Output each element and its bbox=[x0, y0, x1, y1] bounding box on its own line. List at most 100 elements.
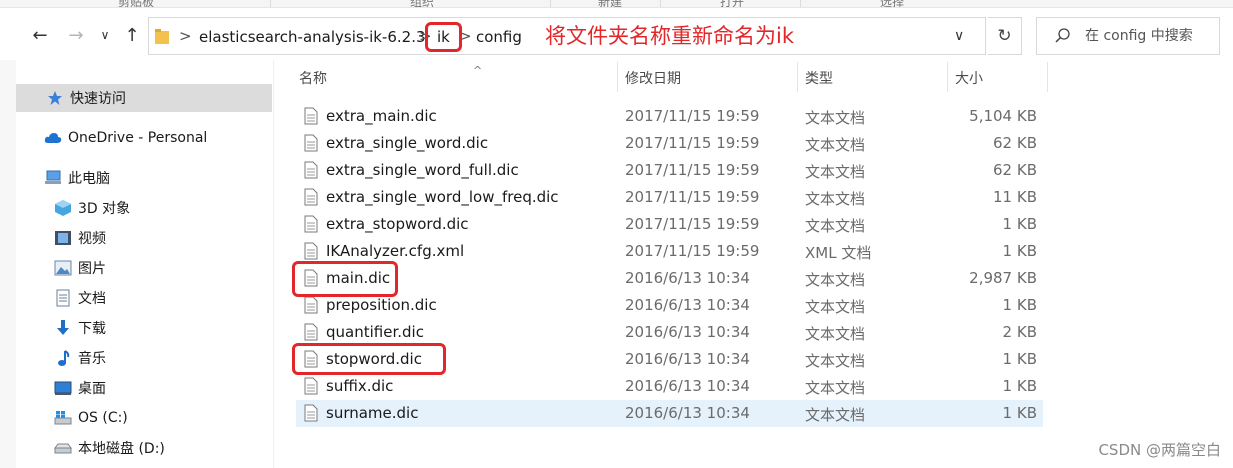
file-modified-date: 2016/6/13 10:34 bbox=[625, 377, 750, 395]
search-box[interactable] bbox=[1036, 17, 1220, 55]
file-row[interactable]: main.dic 2016/6/13 10:34 文本文档 2,987 KB bbox=[296, 265, 1043, 292]
refresh-icon: ↻ bbox=[997, 26, 1012, 46]
back-button[interactable]: ← bbox=[28, 22, 52, 48]
column-header-type[interactable]: 类型 bbox=[805, 68, 833, 90]
sidebar-item-label: 下载 bbox=[78, 321, 106, 337]
search-input[interactable] bbox=[1085, 26, 1217, 46]
file-list: 名称 ^ 修改日期 类型 大小 extra_main.dic 2017/11/15… bbox=[275, 60, 1233, 468]
file-row[interactable]: extra_main.dic 2017/11/15 19:59 文本文档 5,104 … bbox=[296, 103, 1043, 130]
file-row[interactable]: extra_single_word_low_freq.dic 2017/11/15… bbox=[296, 184, 1043, 211]
file-modified-date: 2017/11/15 19:59 bbox=[625, 188, 760, 206]
file-size: 1 KB bbox=[1002, 215, 1037, 233]
breadcrumb-segment-config[interactable]: config bbox=[476, 28, 522, 46]
file-row[interactable]: preposition.dic 2016/6/13 10:34 文本文档 1 KB bbox=[296, 292, 1043, 319]
file-row[interactable]: suffix.dic 2016/6/13 10:34 文本文档 1 KB bbox=[296, 373, 1043, 400]
sidebar-item-label: 快速访问 bbox=[70, 91, 126, 107]
sidebar-item-os-c[interactable]: OS (C:) bbox=[54, 404, 128, 432]
sidebar-item-label: 本地磁盘 (D:) bbox=[78, 441, 165, 457]
column-header-size[interactable]: 大小 bbox=[955, 68, 983, 90]
up-button[interactable]: ↑ bbox=[120, 22, 144, 48]
sidebar-item-this-pc[interactable]: 此电脑 bbox=[44, 164, 110, 192]
file-type: 文本文档 bbox=[805, 379, 866, 397]
picture-icon bbox=[54, 259, 72, 277]
desktop-icon bbox=[54, 379, 72, 397]
sidebar-item-desktop[interactable]: 桌面 bbox=[54, 374, 106, 402]
file-modified-date: 2016/6/13 10:34 bbox=[625, 296, 750, 314]
drive-icon bbox=[54, 439, 72, 457]
file-name: extra_single_word_low_freq.dic bbox=[326, 188, 559, 206]
address-bar[interactable]: > elasticsearch-analysis-ik-6.2.3 > ik >… bbox=[148, 17, 986, 55]
file-name: extra_single_word_full.dic bbox=[326, 161, 519, 179]
text-file-icon bbox=[304, 296, 318, 314]
sidebar-item-quick-access[interactable]: 快速访问 bbox=[16, 84, 272, 112]
navigation-bar: ← → ∨ ↑ > elasticsearch-analysis-ik-6.2.… bbox=[0, 8, 1233, 60]
text-file-icon bbox=[304, 323, 318, 341]
sidebar-item-label: 视频 bbox=[78, 231, 106, 247]
file-modified-date: 2017/11/15 19:59 bbox=[625, 215, 760, 233]
sidebar-item-documents[interactable]: 文档 bbox=[54, 284, 106, 312]
file-type: 文本文档 bbox=[805, 136, 866, 154]
sidebar-item-label: 音乐 bbox=[78, 351, 106, 367]
recent-locations-button[interactable]: ∨ bbox=[96, 22, 114, 48]
column-header-name[interactable]: 名称 ^ bbox=[299, 64, 615, 90]
sidebar-item-local-disk-d[interactable]: 本地磁盘 (D:) bbox=[54, 434, 165, 462]
file-size: 1 KB bbox=[1002, 350, 1037, 368]
sidebar-item-label: 图片 bbox=[78, 261, 106, 277]
file-type: 文本文档 bbox=[805, 163, 866, 181]
text-file-icon bbox=[304, 188, 318, 206]
cube-icon bbox=[54, 199, 72, 217]
up-arrow-icon: ↑ bbox=[124, 24, 140, 46]
file-row[interactable]: quantifier.dic 2016/6/13 10:34 文本文档 2 KB bbox=[296, 319, 1043, 346]
file-row[interactable]: extra_single_word.dic 2017/11/15 19:59 文本文… bbox=[296, 130, 1043, 157]
breadcrumb-segment-parent[interactable]: elasticsearch-analysis-ik-6.2.3 bbox=[199, 28, 426, 46]
sidebar-item-label: 此电脑 bbox=[68, 171, 110, 187]
forward-button[interactable]: → bbox=[64, 22, 88, 48]
folder-icon bbox=[155, 29, 169, 44]
sidebar-scrollbar[interactable] bbox=[0, 60, 16, 468]
file-name: extra_stopword.dic bbox=[326, 215, 469, 233]
column-divider[interactable] bbox=[1047, 62, 1048, 92]
column-divider[interactable] bbox=[947, 62, 948, 92]
sidebar-item-downloads[interactable]: 下载 bbox=[54, 314, 106, 342]
sidebar-item-pictures[interactable]: 图片 bbox=[54, 254, 106, 282]
file-name: IKAnalyzer.cfg.xml bbox=[326, 242, 465, 260]
sidebar-item-onedrive[interactable]: OneDrive - Personal bbox=[44, 124, 207, 152]
forward-arrow-icon: → bbox=[68, 24, 84, 46]
navigation-pane: 快速访问 OneDrive - Personal 此电脑 3D 对象 视频 图片 bbox=[0, 60, 274, 468]
sidebar-item-label: OneDrive - Personal bbox=[68, 130, 208, 146]
document-icon bbox=[54, 289, 72, 307]
text-file-icon bbox=[304, 215, 318, 233]
file-row[interactable]: extra_single_word_full.dic 2017/11/15 19:… bbox=[296, 157, 1043, 184]
column-header-modified[interactable]: 修改日期 bbox=[625, 68, 681, 90]
text-file-icon bbox=[304, 377, 318, 395]
column-divider[interactable] bbox=[617, 62, 618, 92]
address-dropdown-icon[interactable]: ∨ bbox=[954, 28, 964, 44]
file-row[interactable]: surname.dic 2016/6/13 10:34 文本文档 1 KB bbox=[296, 400, 1043, 427]
ribbon-label-clipboard: 剪贴板 bbox=[118, 0, 155, 8]
watermark: CSDN @两篇空白 bbox=[1098, 441, 1221, 459]
sidebar-item-label: OS (C:) bbox=[78, 410, 128, 426]
refresh-button[interactable]: ↻ bbox=[988, 17, 1022, 55]
file-modified-date: 2016/6/13 10:34 bbox=[625, 350, 750, 368]
sort-ascending-icon: ^ bbox=[473, 64, 483, 77]
file-row[interactable]: extra_stopword.dic 2017/11/15 19:59 文本文档 1 … bbox=[296, 211, 1043, 238]
column-divider[interactable] bbox=[797, 62, 798, 92]
file-size: 5,104 KB bbox=[969, 107, 1037, 125]
sidebar-item-3d-objects[interactable]: 3D 对象 bbox=[54, 194, 130, 222]
file-name: surname.dic bbox=[326, 404, 419, 422]
file-type: 文本文档 bbox=[805, 298, 866, 316]
sidebar-item-label: 桌面 bbox=[78, 381, 106, 397]
sidebar-item-music[interactable]: 音乐 bbox=[54, 344, 106, 372]
sidebar-item-videos[interactable]: 视频 bbox=[54, 224, 106, 252]
file-modified-date: 2017/11/15 19:59 bbox=[625, 107, 760, 125]
music-icon bbox=[54, 349, 72, 367]
chevron-down-icon: ∨ bbox=[100, 28, 110, 42]
file-type: 文本文档 bbox=[805, 109, 866, 127]
file-size: 1 KB bbox=[1002, 296, 1037, 314]
star-icon bbox=[46, 89, 64, 107]
annotation-highlight-main-dic bbox=[292, 261, 398, 297]
file-row[interactable]: IKAnalyzer.cfg.xml 2017/11/15 19:59 XML 文档… bbox=[296, 238, 1043, 265]
annotation-highlight-ik bbox=[425, 22, 462, 52]
file-size: 1 KB bbox=[1002, 242, 1037, 260]
ribbon-label-new: 新建 bbox=[598, 0, 623, 8]
